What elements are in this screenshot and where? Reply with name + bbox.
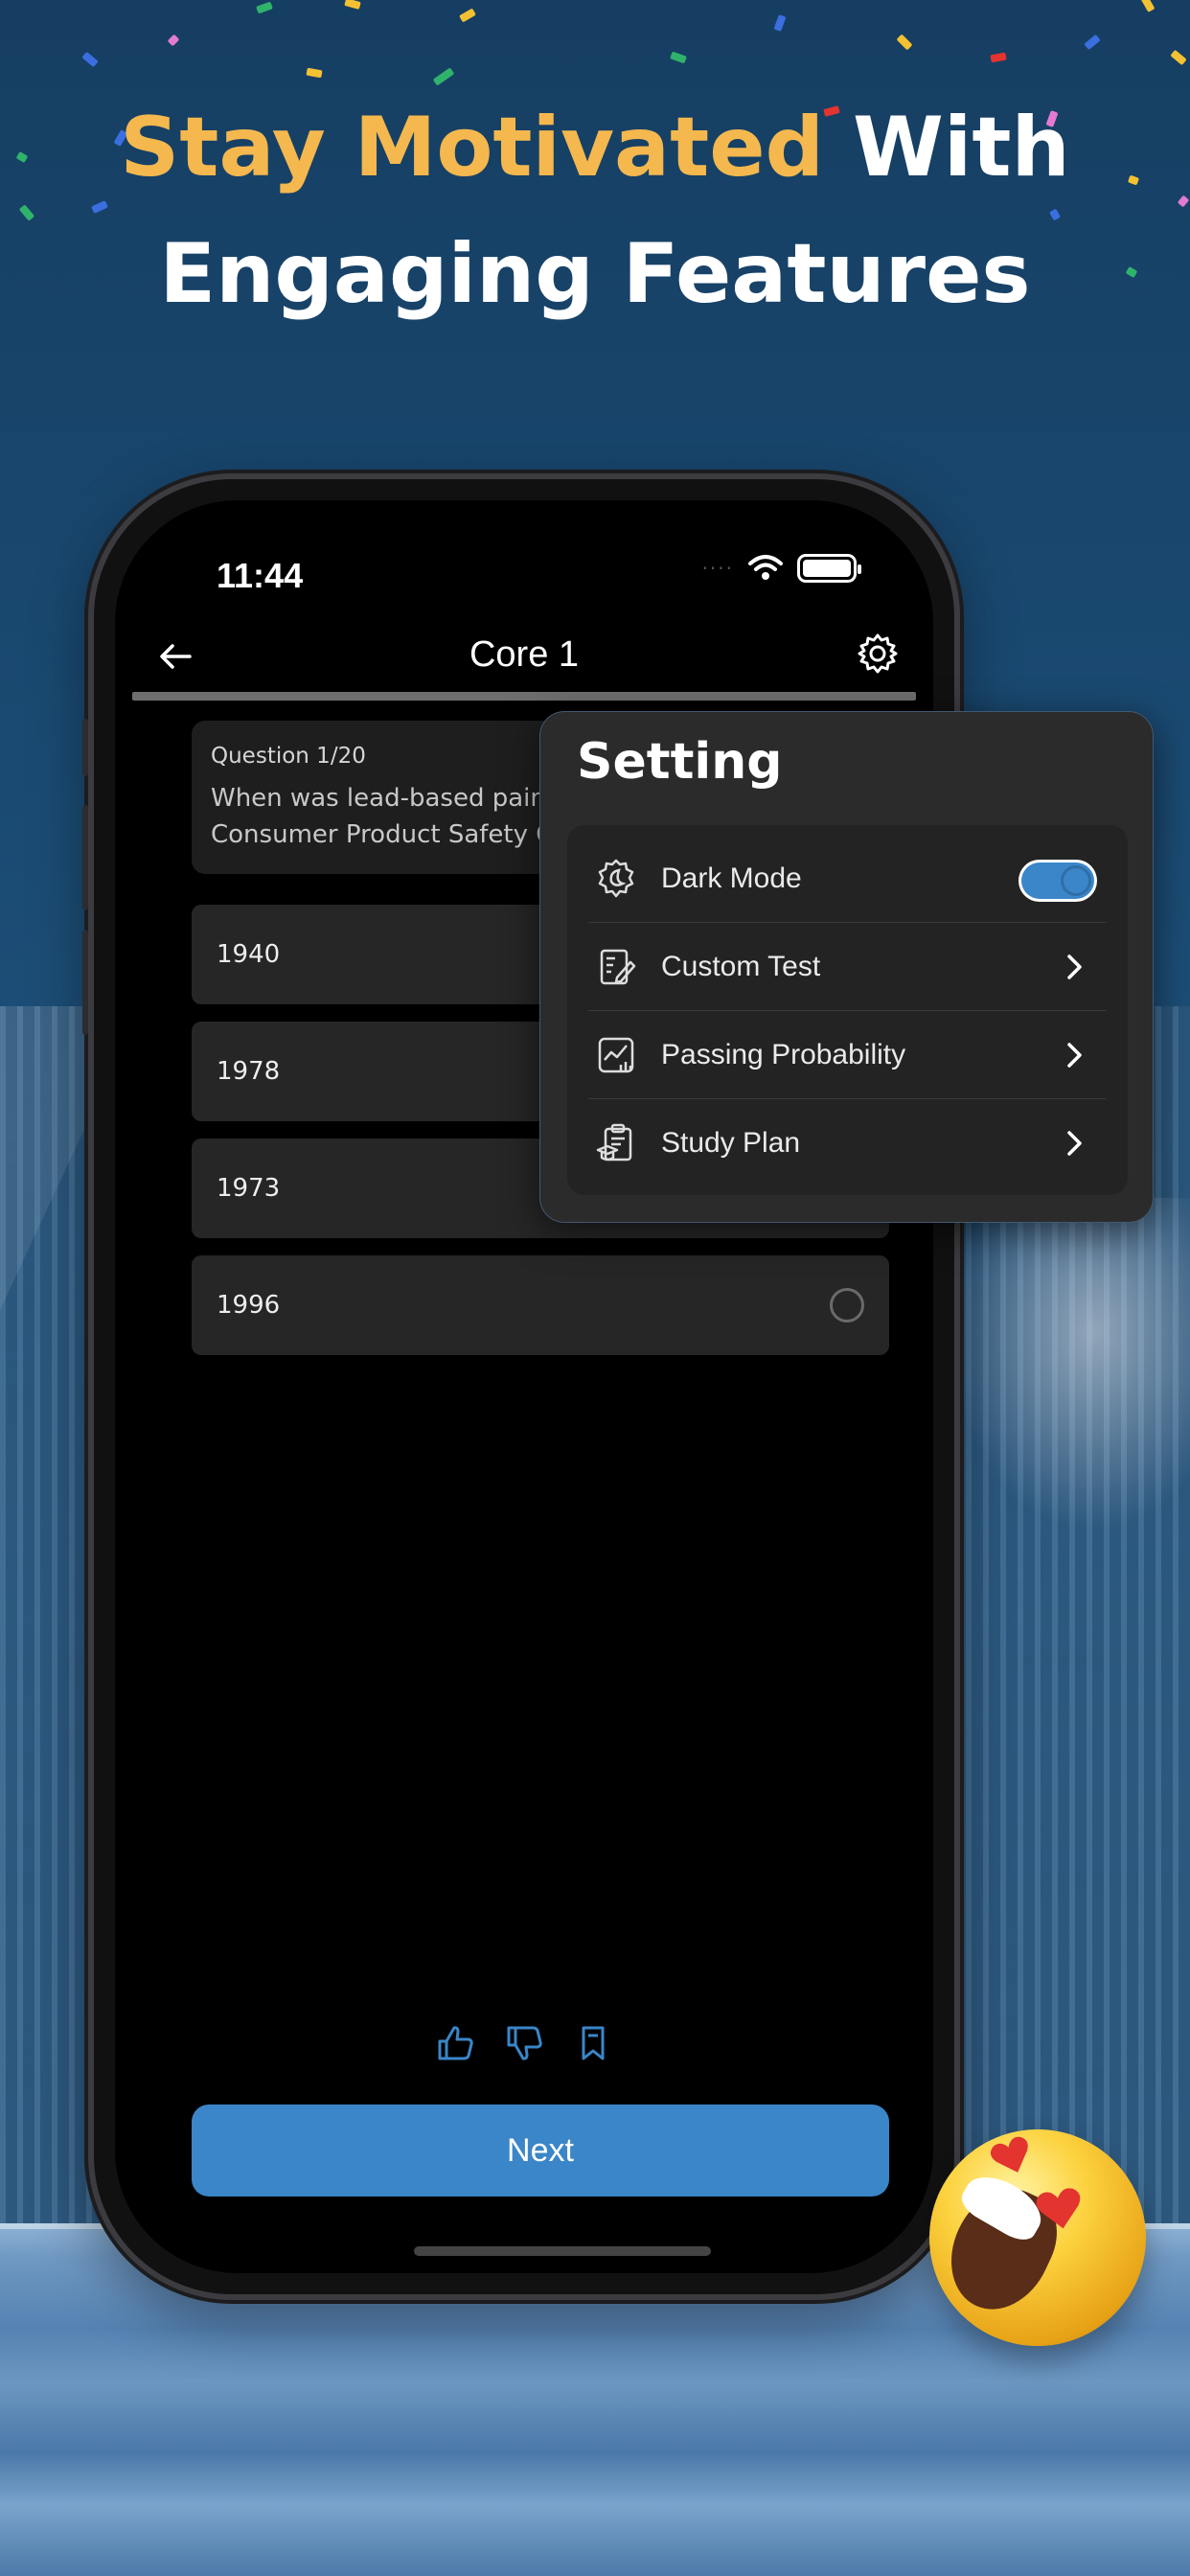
radio-button[interactable] (830, 1288, 864, 1322)
setting-label: Custom Test (661, 950, 821, 982)
gear-icon[interactable] (855, 631, 901, 677)
dark-mode-toggle[interactable] (1018, 860, 1097, 902)
signal-icon: ···· (701, 557, 734, 580)
toggle-knob (1061, 865, 1091, 896)
next-button[interactable]: Next (192, 2104, 889, 2196)
answer-option-label: 1978 (217, 1057, 281, 1086)
thumbs-up-icon[interactable] (434, 2022, 476, 2064)
battery-icon (797, 554, 861, 583)
wifi-icon (748, 555, 783, 580)
answer-option-label: 1996 (217, 1291, 281, 1320)
chevron-right-icon (1067, 1043, 1082, 1068)
headline: Stay Motivated With Engaging Features (0, 84, 1190, 337)
setting-label: Passing Probability (661, 1038, 906, 1070)
status-icons: ···· (701, 554, 861, 583)
study-plan-icon (596, 1123, 632, 1162)
setting-custom-test[interactable]: Custom Test (588, 923, 1107, 1011)
bookmark-icon[interactable] (572, 2022, 614, 2064)
thumbs-down-icon[interactable] (503, 2022, 545, 2064)
headline-accent: Stay Motivated (120, 100, 825, 196)
settings-title: Setting (577, 733, 783, 791)
answer-option-4[interactable]: 1996 (192, 1255, 889, 1355)
home-indicator (414, 2246, 711, 2256)
headline-line1-rest: With (824, 100, 1070, 196)
headline-line2: Engaging Features (159, 226, 1031, 322)
chart-icon (598, 1037, 634, 1072)
headline-line1: Stay Motivated With (0, 84, 1190, 211)
background-sky (949, 1198, 1190, 1533)
settings-popup: Setting Dark Mode Custom Test Passing Pr… (539, 711, 1154, 1223)
chevron-right-icon (1067, 954, 1082, 979)
answer-option-label: 1940 (217, 940, 281, 969)
setting-dark-mode[interactable]: Dark Mode (588, 835, 1107, 923)
custom-test-icon (600, 949, 636, 984)
feedback-bar (115, 2022, 933, 2064)
setting-label: Dark Mode (661, 862, 802, 894)
setting-passing-probability[interactable]: Passing Probability (588, 1011, 1107, 1099)
answer-option-label: 1973 (217, 1174, 281, 1203)
status-time: 11:44 (217, 556, 304, 595)
setting-study-plan[interactable]: Study Plan (588, 1099, 1107, 1187)
mute-switch (82, 719, 88, 776)
settings-panel: Dark Mode Custom Test Passing Probabilit… (567, 825, 1128, 1195)
volume-down-button (82, 930, 88, 1035)
question-progress-bar (132, 692, 916, 701)
heart-eye-icon (990, 2136, 1028, 2173)
toggle-track (1021, 862, 1094, 899)
chevron-right-icon (1067, 1131, 1082, 1156)
volume-up-button (82, 805, 88, 910)
heart-eyes-emoji (929, 2129, 1146, 2346)
heart-eye-icon (1036, 2188, 1081, 2229)
theme-icon (598, 859, 634, 897)
setting-label: Study Plan (661, 1127, 801, 1159)
nav-title: Core 1 (469, 634, 580, 675)
